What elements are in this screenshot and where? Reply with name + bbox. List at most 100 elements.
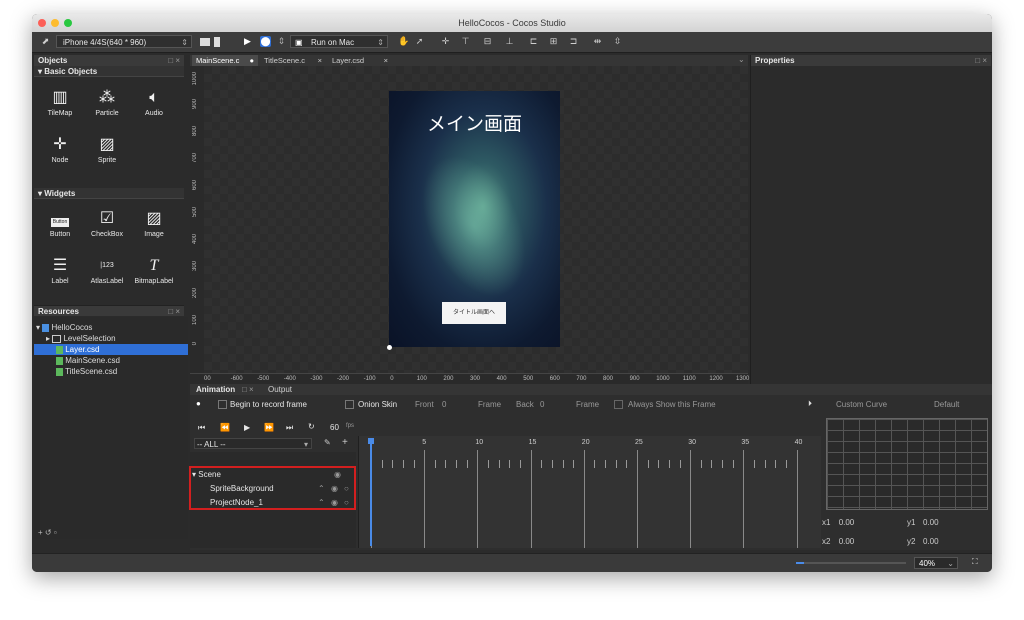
playhead-handle[interactable]	[368, 438, 374, 444]
tab-titlescene[interactable]: TitleScene.c ×	[260, 55, 326, 66]
play-icon[interactable]: ▶	[244, 423, 250, 432]
play-to-end-icon[interactable]: ⏵	[808, 399, 812, 409]
skip-start-icon[interactable]: ⏮	[198, 423, 205, 433]
align-right-icon[interactable]: ⊐	[568, 36, 579, 47]
fps-input[interactable]: 60	[330, 423, 339, 432]
record-dot-icon[interactable]: ○	[344, 498, 349, 507]
close-window-button[interactable]	[38, 19, 46, 27]
object-tilemap[interactable]: ▥ TileMap	[37, 86, 83, 117]
anchor-point-icon[interactable]	[387, 345, 392, 350]
tab-layer[interactable]: Layer.csd ×	[328, 55, 392, 66]
distribute-horizontal-icon[interactable]: ⇹	[592, 36, 603, 47]
timeline-area[interactable]: 0510152025303540	[358, 436, 821, 548]
panel-close-icon[interactable]: □ ×	[168, 306, 180, 317]
widget-label-item[interactable]: ☰ Label	[37, 254, 83, 285]
scene-title-button[interactable]: タイトル画面へ	[442, 302, 506, 324]
x2-input[interactable]: 0.00	[839, 537, 855, 546]
tree-item-project[interactable]: ▾ HelloCocos	[36, 322, 92, 333]
play-icon[interactable]: ▶	[242, 36, 253, 47]
y1-input[interactable]: 0.00	[923, 518, 939, 527]
object-sprite[interactable]: ▨ Sprite	[84, 133, 130, 164]
align-middle-icon[interactable]: ⊟	[482, 36, 493, 47]
tab-output[interactable]: Output	[268, 385, 292, 394]
panel-close-icon[interactable]: □ ×	[975, 55, 987, 66]
run-target-select[interactable]: ▣ Run on Mac ⇕	[290, 35, 388, 48]
scene-canvas[interactable]: メイン画面 タイトル画面へ	[204, 66, 748, 373]
front-input[interactable]: 0	[442, 400, 446, 409]
widget-bitmaplabel[interactable]: T BitmapLabel	[131, 254, 177, 285]
visibility-eye-icon[interactable]: ◉	[334, 470, 341, 479]
tree-item-folder[interactable]: ▸ LevelSelection	[46, 333, 116, 344]
panel-close-icon[interactable]: □ ×	[168, 55, 180, 66]
scene-background-sprite[interactable]: メイン画面 タイトル画面へ	[389, 91, 560, 347]
collapse-arrow-icon: ▾	[38, 67, 43, 76]
record-icon[interactable]: ●	[196, 399, 201, 408]
playhead[interactable]	[370, 438, 372, 546]
back-input[interactable]: 0	[540, 400, 544, 409]
align-hcenter-icon[interactable]: ⊞	[548, 36, 559, 47]
widget-button[interactable]: Button Button	[37, 207, 83, 238]
tree-item-selected[interactable]: Layer.csd	[34, 344, 188, 355]
tree-node-sprite-background[interactable]: SpriteBackground	[210, 484, 274, 493]
hand-tool-icon[interactable]: ✋	[398, 36, 409, 47]
align-center-icon[interactable]: ✛	[440, 36, 451, 47]
basic-objects-header[interactable]: ▾ Basic Objects	[34, 66, 184, 77]
tab-animation[interactable]: Animation	[196, 385, 235, 394]
step-forward-icon[interactable]: ⏩	[264, 423, 274, 432]
y2-input[interactable]: 0.00	[923, 537, 939, 546]
lock-icon[interactable]: ⌃	[318, 498, 325, 507]
portrait-icon[interactable]	[214, 37, 220, 47]
visibility-eye-icon[interactable]: ◉	[331, 484, 338, 493]
tab-close-icon[interactable]: ×	[318, 55, 322, 66]
cocos-logo-icon[interactable]: ⬈	[40, 36, 51, 47]
fit-screen-icon[interactable]: ⛶	[972, 557, 978, 567]
distribute-vertical-icon[interactable]: ⇳	[612, 36, 623, 47]
record-dot-icon[interactable]: ○	[344, 484, 349, 493]
zoom-input[interactable]: 40% ⌄	[914, 557, 958, 569]
widget-atlaslabel[interactable]: |123 AtlasLabel	[84, 254, 130, 285]
visibility-eye-icon[interactable]: ◉	[331, 498, 338, 507]
record-checkbox[interactable]	[218, 400, 227, 409]
align-left-icon[interactable]: ⊏	[528, 36, 539, 47]
chevron-updown-icon[interactable]: ⇕	[276, 36, 287, 47]
object-particle[interactable]: ⁂ Particle	[84, 86, 130, 117]
panel-close-icon[interactable]: □ ×	[242, 385, 254, 394]
zoom-slider[interactable]	[796, 562, 906, 564]
folder-open-icon[interactable]: ▫	[54, 528, 57, 537]
loop-icon[interactable]: ↻	[308, 422, 315, 431]
tab-list-chevron-icon[interactable]: ⌄	[738, 55, 745, 64]
default-curve-label[interactable]: Default	[934, 400, 959, 409]
landscape-icon[interactable]	[200, 38, 210, 46]
edit-pencil-icon[interactable]: ✎	[324, 438, 331, 447]
align-bottom-icon[interactable]: ⊥	[504, 36, 515, 47]
always-show-checkbox[interactable]	[614, 400, 623, 409]
pointer-tool-icon[interactable]: ➚	[414, 36, 425, 47]
object-audio[interactable]: 🔈︎ Audio	[131, 86, 177, 117]
curve-editor[interactable]	[826, 418, 988, 510]
tree-node-scene[interactable]: ▾ Scene	[192, 470, 221, 479]
tab-close-icon[interactable]: ×	[384, 55, 388, 66]
zoom-window-button[interactable]	[64, 19, 72, 27]
tree-item-file[interactable]: TitleScene.csd	[56, 366, 117, 377]
widget-image[interactable]: ▨ Image	[131, 207, 177, 238]
tree-item-file[interactable]: MainScene.csd	[56, 355, 120, 366]
tab-mainscene[interactable]: MainScene.c ●	[192, 55, 258, 66]
add-track-icon[interactable]: +	[342, 437, 348, 448]
widgets-header[interactable]: ▾ Widgets	[34, 188, 184, 199]
minimize-window-button[interactable]	[51, 19, 59, 27]
skip-end-icon[interactable]: ⏭	[286, 423, 293, 433]
add-icon[interactable]: +	[38, 528, 43, 537]
tree-node-project-node[interactable]: ProjectNode_1	[210, 498, 263, 507]
refresh-icon[interactable]: ↺	[45, 528, 52, 537]
lock-icon[interactable]: ⌃	[318, 484, 325, 493]
x1-input[interactable]: 0.00	[839, 518, 855, 527]
publish-icon[interactable]: ⬤	[260, 36, 271, 47]
device-select[interactable]: iPhone 4/4S(640 * 960) ⇕	[56, 35, 192, 48]
filter-select[interactable]: -- ALL -- ▾	[194, 438, 312, 449]
step-back-icon[interactable]: ⏪	[220, 423, 230, 432]
scene-title-text[interactable]: メイン画面	[389, 109, 560, 136]
widget-checkbox[interactable]: ☑ CheckBox	[84, 207, 130, 238]
align-top-icon[interactable]: ⊤	[460, 36, 471, 47]
onion-skin-checkbox[interactable]	[345, 400, 354, 409]
object-node[interactable]: ✛ Node	[37, 133, 83, 164]
